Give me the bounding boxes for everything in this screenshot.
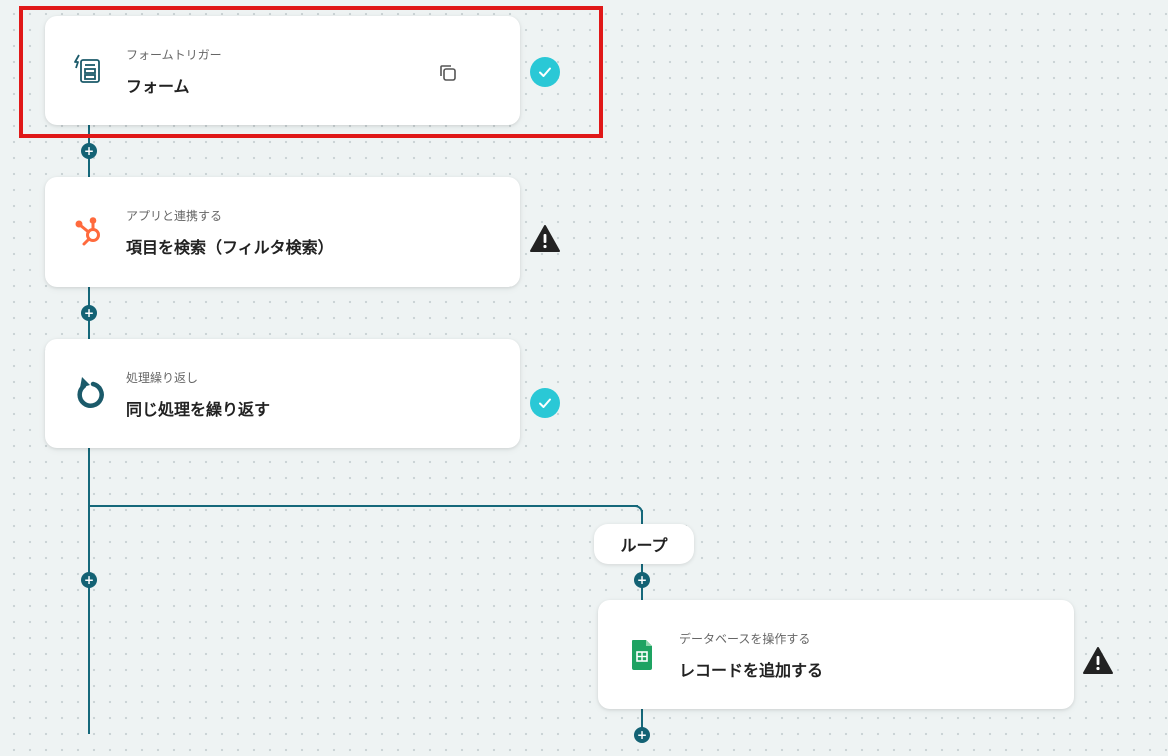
loop-branch-corner (632, 505, 643, 516)
step-title: フォーム (126, 77, 190, 96)
flow-step-card-loop[interactable]: 処理繰り返し 同じ処理を繰り返す (45, 339, 520, 448)
warning-icon (529, 224, 560, 254)
add-loop-step-button[interactable]: + (634, 727, 650, 743)
status-ok-icon (530, 57, 560, 87)
step-category-label: フォームトリガー (126, 48, 222, 62)
step-title: 項目を検索（フィルタ検索） (126, 238, 334, 257)
loop-branch-label: ループ (594, 524, 694, 564)
status-ok-icon (530, 388, 560, 418)
hubspot-icon (73, 213, 105, 249)
flow-step-card-app-search[interactable]: アプリと連携する 項目を検索（フィルタ検索） (45, 177, 520, 287)
step-category-label: アプリと連携する (126, 209, 223, 223)
step-category-label: データベースを操作する (679, 632, 811, 646)
step-title: レコードを追加する (679, 661, 824, 680)
warning-icon (1082, 646, 1113, 676)
flow-step-card-database[interactable]: データベースを操作する レコードを追加する (598, 600, 1074, 709)
step-category-label: 処理繰り返し (126, 371, 199, 385)
google-sheets-icon (626, 636, 658, 672)
loop-branch-horizontal-line (88, 505, 638, 507)
copy-icon[interactable] (438, 63, 458, 83)
add-loop-step-button[interactable]: + (634, 572, 650, 588)
add-step-button[interactable]: + (81, 572, 97, 588)
loop-icon (73, 375, 105, 411)
step-title: 同じ処理を繰り返す (126, 400, 271, 419)
add-step-button[interactable]: + (81, 305, 97, 321)
add-step-button[interactable]: + (81, 143, 97, 159)
form-icon (73, 52, 105, 88)
flow-step-card-form-trigger[interactable]: フォームトリガー フォーム (45, 16, 520, 125)
